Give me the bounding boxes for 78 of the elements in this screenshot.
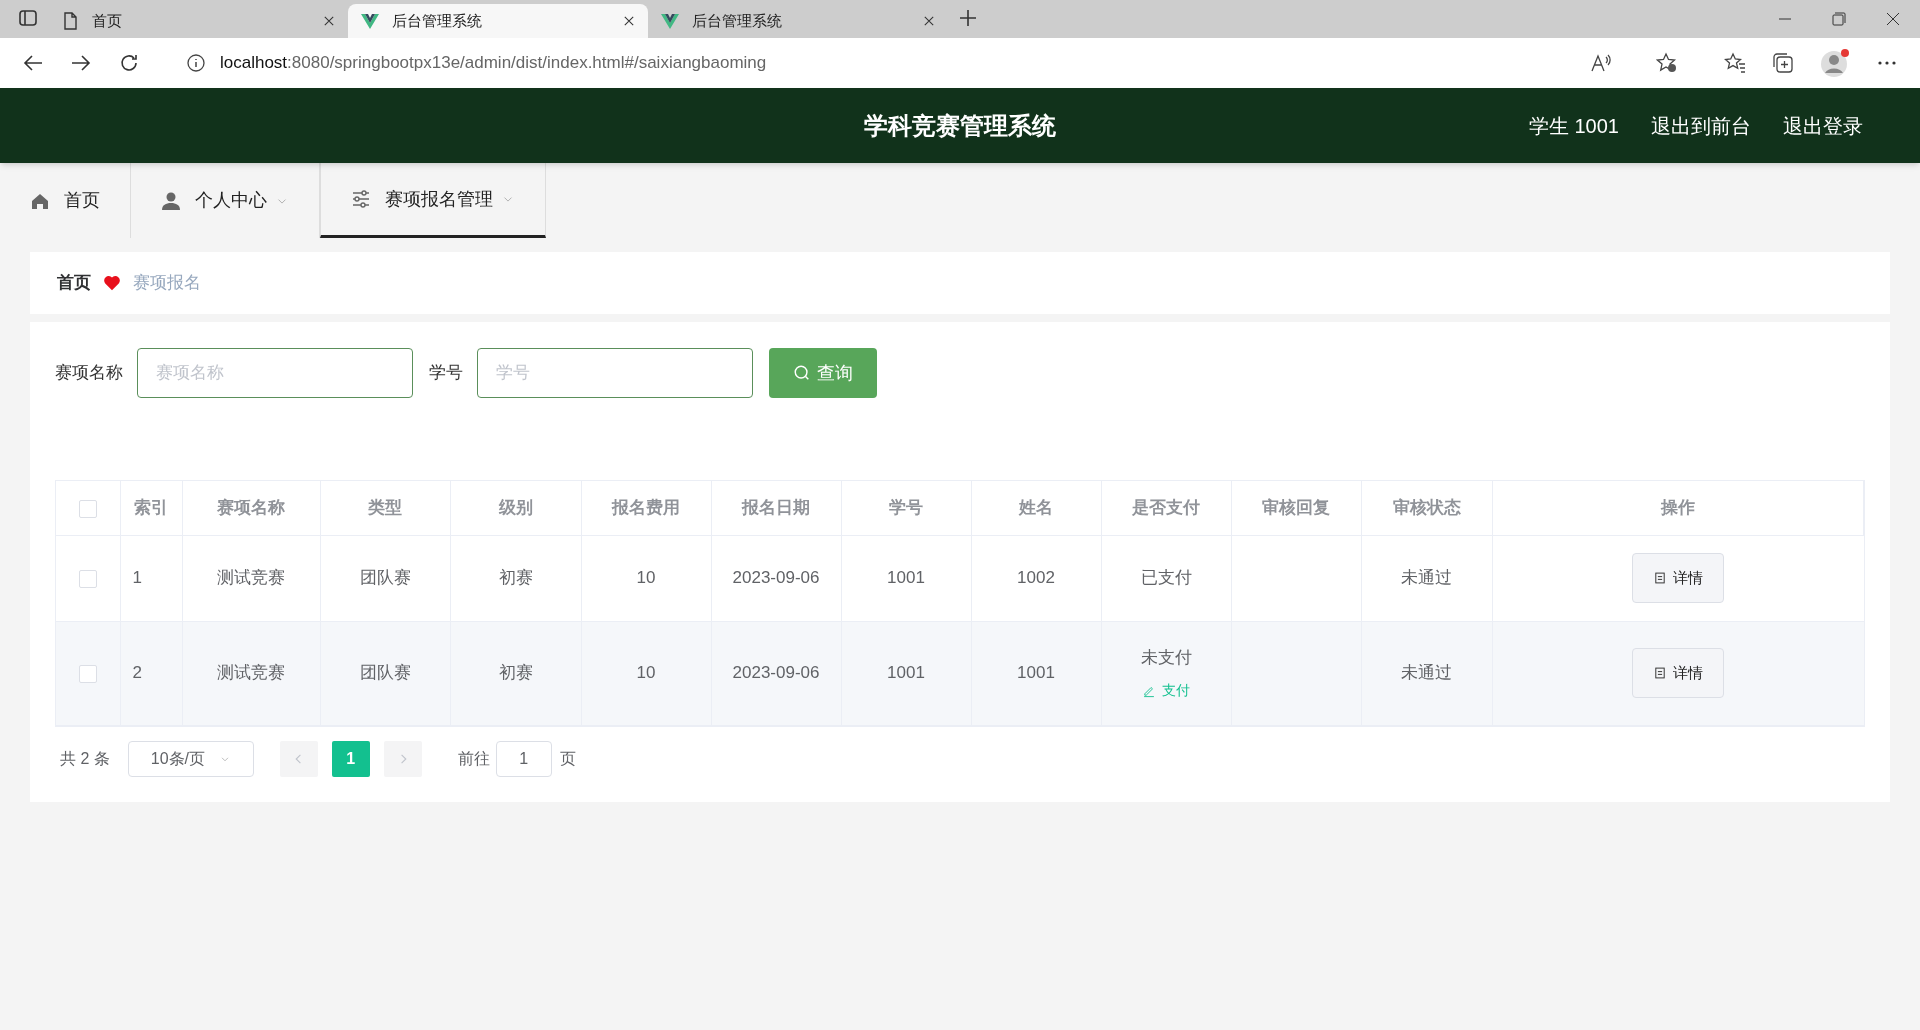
search-field[interactable]: 学号 (477, 348, 753, 398)
url-text: localhost:8080/springbootpx13e/admin/dist/index.html#/saixiangbaoming (220, 52, 767, 75)
page-size-select[interactable]: 10条/页 (127, 740, 254, 777)
read-aloud-icon[interactable] (1590, 52, 1612, 74)
search-icon (793, 364, 811, 382)
tab-actions-icon[interactable] (18, 8, 38, 28)
column-header: 索引 (134, 498, 168, 517)
table-cell: 团队赛 (359, 568, 411, 588)
v-logo-icon (360, 11, 380, 31)
table-cell: 10 (636, 568, 656, 588)
table-cell-text: 未支付 (1140, 646, 1192, 669)
page-input[interactable]: 1 (495, 740, 552, 777)
app-title: 学科竞赛管理系统 (864, 110, 1056, 141)
column-header: 操作 (1660, 498, 1695, 517)
column-header: 学号 (889, 498, 923, 517)
column-header: 报名费用 (612, 498, 680, 517)
table-cell: 2023-09-06 (732, 663, 820, 683)
sliders-icon (351, 189, 371, 209)
details-button[interactable]: 详情 (1632, 648, 1724, 698)
table-cell: 1 (132, 568, 142, 588)
goto-label: 前往 (457, 748, 490, 769)
table-cell: 1001 (1017, 663, 1055, 683)
table-cell: 团队赛 (359, 663, 411, 683)
table-cell: 初赛 (498, 568, 533, 588)
breadcrumb-item: 赛项报名 (133, 272, 201, 295)
field-label: 学号 (429, 362, 463, 385)
collections-icon[interactable] (1772, 52, 1794, 74)
heart-icon (103, 274, 121, 292)
profile-avatar-icon[interactable] (1820, 48, 1850, 78)
favorite-add-icon[interactable] (1656, 52, 1678, 74)
table-cell: 未通过 (1401, 663, 1452, 683)
header-link[interactable]: 退出登录 (1783, 110, 1863, 141)
details-button[interactable]: 详情 (1632, 553, 1724, 603)
close-icon[interactable] (922, 14, 936, 28)
column-header: 类型 (368, 498, 402, 517)
table-cell: 1002 (1017, 568, 1055, 588)
table-cell: 测试竞赛 (217, 663, 285, 683)
favorites-icon[interactable] (1724, 52, 1746, 74)
page-suffix: 页 (559, 748, 576, 769)
column-header: 是否支付 (1132, 498, 1200, 517)
table-cell-text: 已支付 (1140, 567, 1192, 590)
table-cell: 未通过 (1401, 568, 1452, 588)
column-header: 姓名 (1019, 498, 1053, 517)
table-cell: 测试竞赛 (217, 568, 285, 588)
info-icon (186, 53, 206, 73)
table-cell: 初赛 (498, 663, 533, 683)
close-icon[interactable] (622, 14, 636, 28)
checkbox[interactable] (78, 664, 97, 683)
header-link[interactable]: 退出到前台 (1651, 110, 1751, 141)
column-header: 审核回复 (1262, 498, 1330, 517)
browser-tab[interactable]: 后台管理系统 (348, 4, 648, 38)
table-cell: 1001 (887, 663, 925, 683)
reload-icon[interactable] (118, 52, 140, 74)
search-field[interactable]: 赛项名称 (137, 348, 413, 398)
total-count: 共 2 条 (60, 748, 110, 769)
restore-icon[interactable] (1832, 12, 1846, 26)
document-icon (1653, 666, 1667, 680)
user-label: 学生 1001 (1528, 113, 1619, 139)
table-cell: 2 (132, 663, 142, 683)
table-cell: 1001 (887, 568, 925, 588)
browser-tab[interactable]: 后台管理系统 (648, 4, 948, 38)
checkbox[interactable] (78, 569, 97, 588)
new-tab-icon[interactable] (958, 8, 978, 28)
user-icon (161, 190, 181, 211)
close-icon[interactable] (1886, 12, 1900, 26)
column-header: 赛项名称 (217, 498, 285, 517)
browser-tab[interactable]: 首页 (48, 4, 348, 38)
column-header: 审核状态 (1392, 498, 1461, 517)
field-label: 赛项名称 (55, 362, 123, 385)
column-header: 级别 (498, 498, 533, 517)
column-header: 报名日期 (742, 498, 810, 517)
close-icon[interactable] (322, 14, 336, 28)
table-cell: 2023-09-06 (732, 568, 820, 588)
breadcrumb-item[interactable]: 首页 (57, 270, 91, 296)
table-cell: 10 (636, 663, 656, 683)
checkbox[interactable] (78, 499, 97, 518)
v-logo-icon (660, 11, 680, 31)
document-icon (1653, 571, 1667, 585)
